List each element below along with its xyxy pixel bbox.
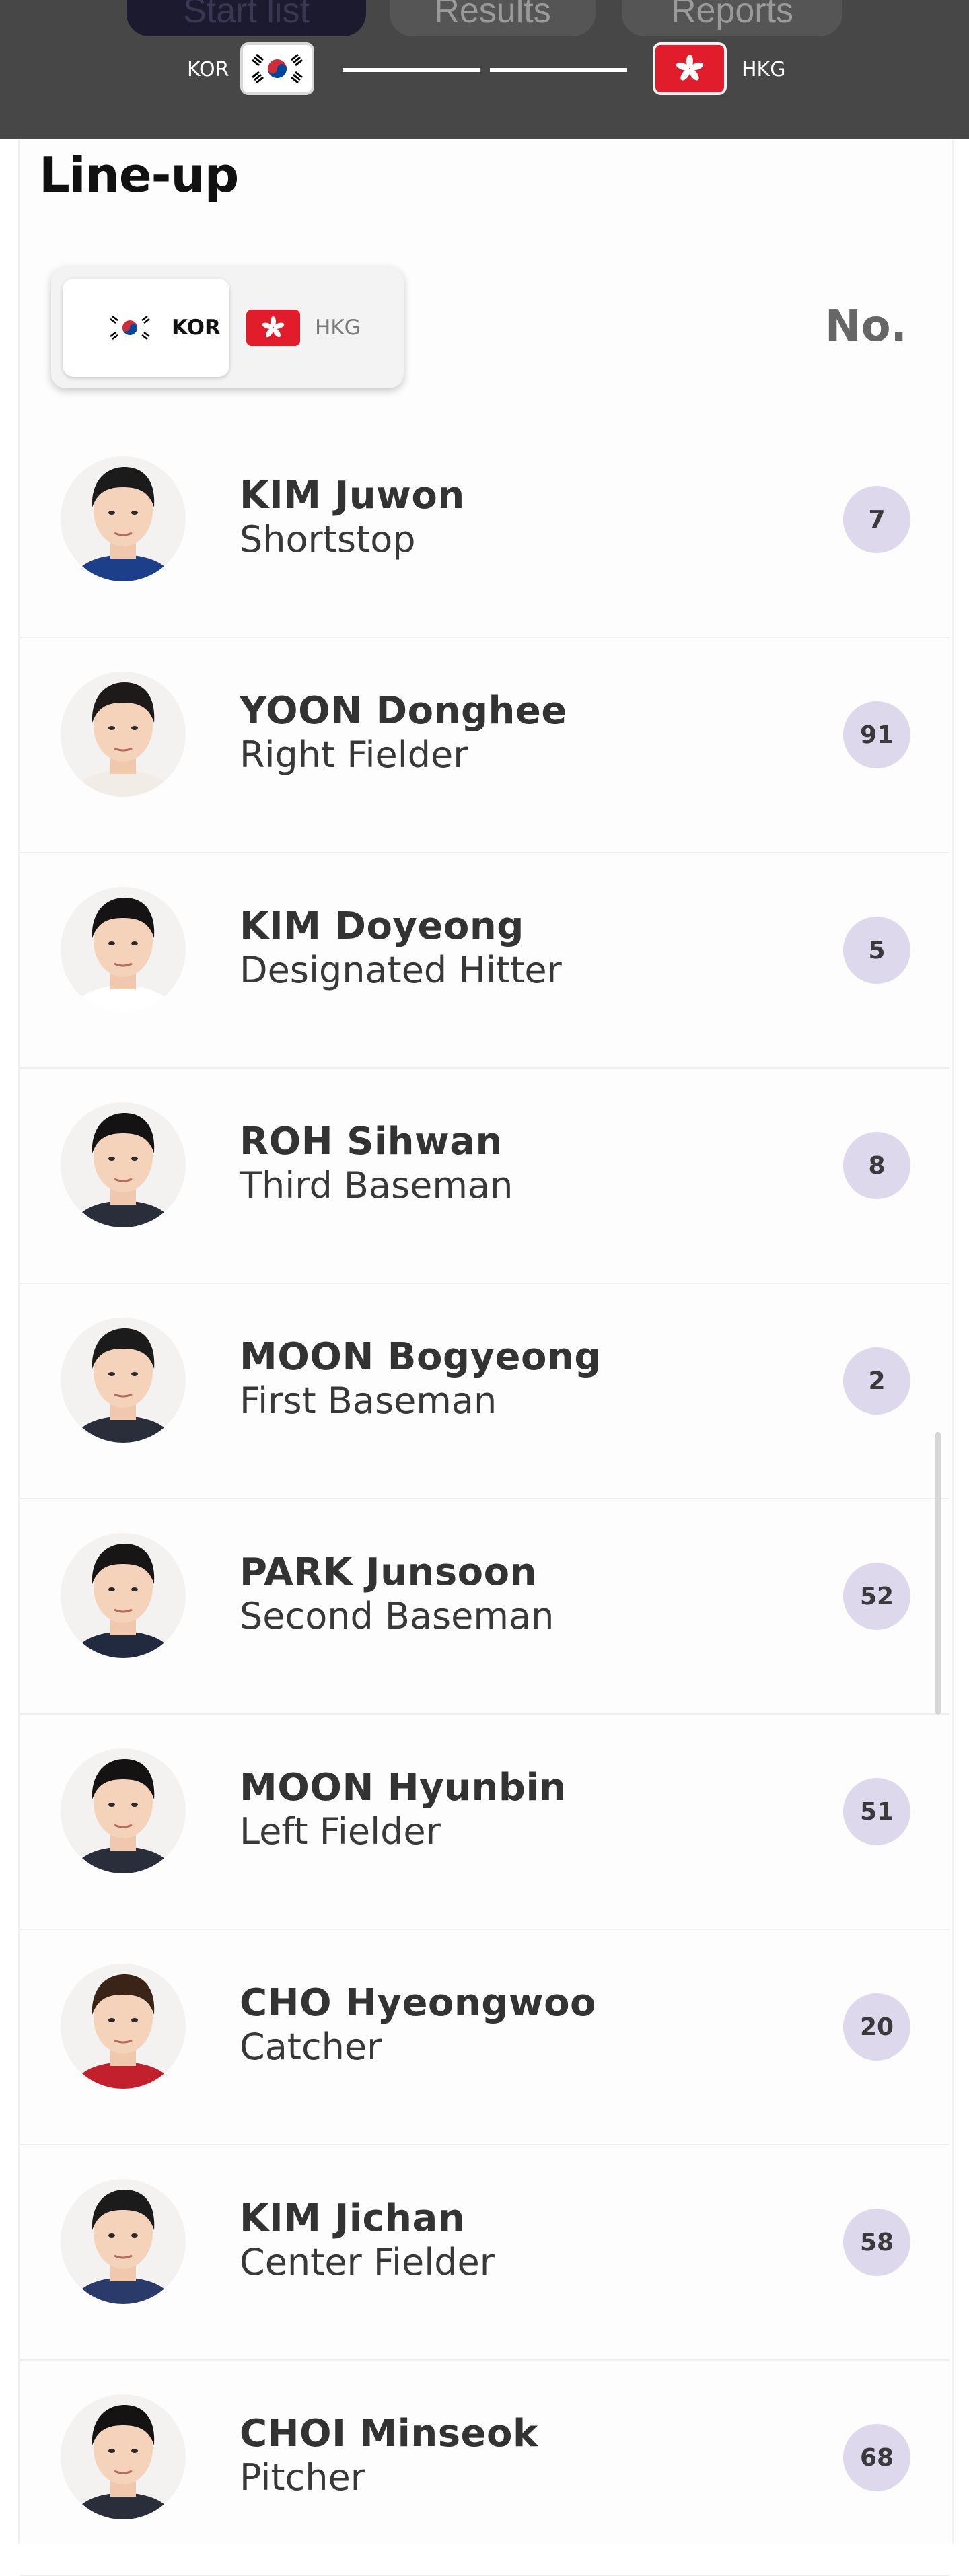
player-row[interactable]: CHO Hyeongwoo Catcher 20 — [20, 1930, 949, 2145]
player-number-badge: 51 — [843, 1778, 910, 1845]
player-name: CHOI Minseok — [240, 2412, 538, 2456]
player-row[interactable]: KIM Jichan Center Fielder 58 — [20, 2145, 949, 2361]
hong-kong-flag-icon — [246, 310, 300, 346]
number-column-header: No. — [825, 301, 907, 351]
toggle-hkg-button[interactable]: HKG — [246, 279, 388, 377]
player-photo — [61, 2386, 186, 2528]
hong-kong-flag-icon — [653, 42, 727, 95]
player-name: CHO Hyeongwoo — [240, 1981, 597, 2025]
player-number-badge: 52 — [843, 1563, 910, 1630]
korea-flag-icon — [240, 42, 314, 95]
player-list: KIM Juwon Shortstop 7 YOON Donghee Right… — [20, 423, 949, 2576]
player-row[interactable]: PARK Junsoon Second Baseman 52 — [20, 1499, 949, 1715]
player-number-badge: 7 — [843, 486, 910, 553]
player-number-badge: 2 — [843, 1347, 910, 1415]
korea-flag-icon — [103, 310, 157, 346]
player-name: PARK Junsoon — [240, 1550, 537, 1594]
player-photo — [61, 1094, 186, 1236]
player-position: First Baseman — [240, 1380, 497, 1422]
toggle-hkg-label: HKG — [315, 316, 361, 340]
tab-start-list[interactable]: Start list — [127, 0, 366, 36]
player-position: Third Baseman — [240, 1164, 513, 1207]
player-photo — [61, 2171, 186, 2312]
player-position: Shortstop — [240, 518, 416, 561]
player-position: Designated Hitter — [240, 949, 562, 991]
player-row[interactable]: CHOI Minseok Pitcher 68 — [20, 2361, 949, 2576]
player-photo — [61, 1310, 186, 1451]
player-photo — [61, 1956, 186, 2097]
player-position: Left Fielder — [240, 1810, 441, 1853]
player-row[interactable]: MOON Bogyeong First Baseman 2 — [20, 1284, 949, 1499]
player-number-badge: 68 — [843, 2424, 910, 2491]
home-score-placeholder — [343, 68, 480, 72]
player-name: KIM Jichan — [240, 2196, 466, 2240]
team-toggle: KOR HKG — [51, 267, 404, 388]
player-position: Second Baseman — [240, 1595, 554, 1637]
player-position: Center Fielder — [240, 2241, 495, 2283]
scrollbar[interactable] — [935, 1432, 941, 1715]
toggle-kor-button[interactable]: KOR — [63, 279, 229, 377]
toggle-kor-label: KOR — [172, 316, 221, 340]
tab-reports[interactable]: Reports — [622, 0, 842, 36]
player-photo — [61, 448, 186, 589]
player-photo — [61, 664, 186, 805]
player-position: Catcher — [240, 2026, 382, 2068]
player-photo — [61, 879, 186, 1020]
player-number-badge: 8 — [843, 1132, 910, 1199]
player-name: KIM Doyeong — [240, 904, 524, 948]
player-photo — [61, 1525, 186, 1666]
tab-results[interactable]: Results — [390, 0, 596, 36]
player-name: ROH Sihwan — [240, 1120, 503, 1164]
player-number-badge: 58 — [843, 2209, 910, 2276]
away-team-code: HKG — [742, 58, 786, 81]
player-name: YOON Donghee — [240, 689, 567, 733]
player-name: MOON Bogyeong — [240, 1335, 602, 1379]
player-number-badge: 20 — [843, 1993, 910, 2061]
player-row[interactable]: YOON Donghee Right Fielder 91 — [20, 638, 949, 853]
away-score-placeholder — [490, 68, 627, 72]
player-row[interactable]: ROH Sihwan Third Baseman 8 — [20, 1069, 949, 1284]
player-name: KIM Juwon — [240, 474, 465, 517]
player-row[interactable]: KIM Doyeong Designated Hitter 5 — [20, 853, 949, 1069]
player-position: Right Fielder — [240, 734, 468, 776]
player-position: Pitcher — [240, 2456, 365, 2499]
home-team-code: KOR — [187, 58, 229, 81]
match-header: Start list Results Reports KOR HKG — [0, 0, 969, 139]
player-name: MOON Hyunbin — [240, 1766, 567, 1810]
player-row[interactable]: MOON Hyunbin Left Fielder 51 — [20, 1715, 949, 1930]
player-photo — [61, 1740, 186, 1882]
player-row[interactable]: KIM Juwon Shortstop 7 — [20, 423, 949, 638]
player-number-badge: 5 — [843, 917, 910, 984]
lineup-title: Line-up — [39, 147, 239, 203]
player-number-badge: 91 — [843, 701, 910, 768]
